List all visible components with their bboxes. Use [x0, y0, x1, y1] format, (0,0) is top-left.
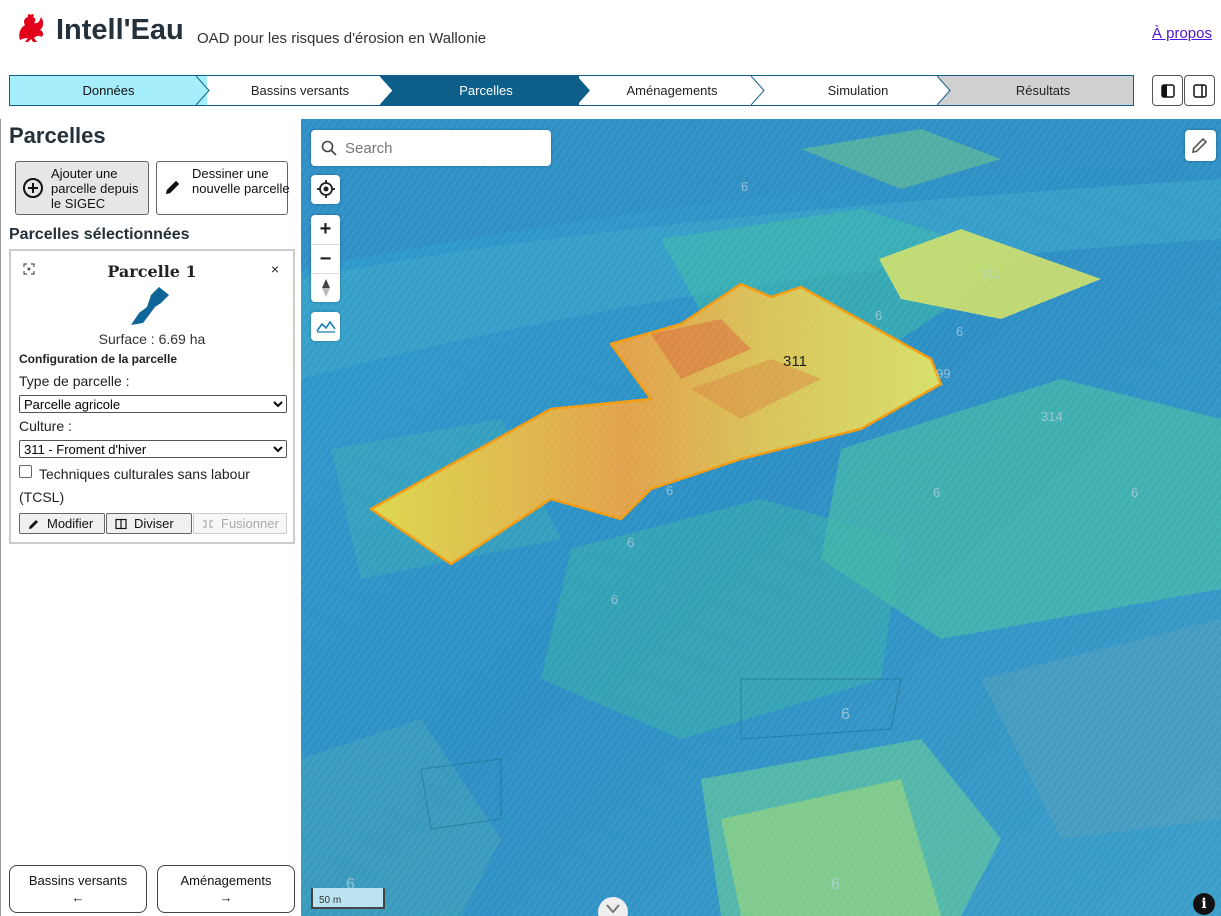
zoom-control: + − [311, 215, 340, 302]
map-label: 6 [875, 308, 883, 323]
parcel-card-title: Parcelle 1 [107, 262, 197, 281]
app-title: Intell'Eau [56, 14, 184, 46]
panel-title: Parcelles [9, 123, 106, 148]
add-parcel-from-sigec-button[interactable]: Ajouter une parcelle depuis le SIGEC [15, 161, 149, 215]
left-panel: Parcelles Ajouter une parcelle depuis le… [0, 119, 301, 916]
zoom-in-button[interactable]: + [311, 215, 340, 244]
search-input[interactable] [345, 138, 541, 158]
pencil-icon [166, 180, 180, 194]
map-label: 6 [841, 706, 850, 723]
step-arrow [577, 76, 590, 105]
zoom-out-button[interactable]: − [311, 244, 340, 273]
map-label: 311 [980, 266, 1001, 281]
right-panel-icon [1193, 84, 1207, 98]
map-label: 6 [1131, 485, 1139, 500]
map-label: 6 [933, 485, 941, 500]
map-label: 6 [666, 483, 674, 498]
split-icon [115, 518, 127, 530]
terrain-control [311, 312, 340, 341]
parcel-surface: Surface : 6.69 ha [98, 331, 206, 347]
plus-circle-icon [23, 178, 43, 198]
step-arrow [937, 76, 951, 105]
geolocate-button[interactable] [311, 175, 340, 204]
map-scale: 50 m [311, 888, 385, 909]
map-label: 6 [627, 535, 635, 550]
step-arrow [196, 76, 210, 105]
parcel-type-select[interactable]: Parcelle agricole [19, 395, 287, 413]
step-arrow [751, 76, 765, 105]
selected-parcels-title: Parcelles sélectionnées [9, 226, 190, 243]
workflow-stepper: Données Bassins versants Parcelles Aména… [9, 75, 1134, 106]
edit-drawing-button[interactable] [1185, 130, 1216, 161]
app-subtitle: OAD pour les risques d'érosion en Wallon… [197, 30, 487, 47]
map-search[interactable] [311, 130, 551, 166]
map-view[interactable]: 311 311 6 6 99 314 6 6 6 6 6 6 6 6 6 + −… [301, 119, 1221, 916]
search-icon [321, 140, 337, 156]
next-step-button[interactable]: Aménagements → [157, 865, 295, 913]
culture-label: Culture : [19, 418, 72, 434]
pencil-icon [1192, 137, 1208, 153]
map-label: 6 [831, 876, 840, 893]
culture-select[interactable]: 311 - Froment d'hiver [19, 440, 287, 458]
split-button[interactable]: Diviser [106, 513, 192, 534]
map-label: 314 [1041, 409, 1063, 424]
compass-icon [321, 279, 330, 297]
terrain-3d-layer [301, 119, 1221, 916]
arrow-right-icon: → [219, 890, 233, 905]
step-arrow [380, 76, 394, 105]
step-resultats[interactable]: Résultats [951, 76, 1133, 105]
step-amenagements[interactable]: Aménagements [579, 76, 765, 105]
tcsl-label: Techniques culturales sans labour (TCSL) [19, 466, 250, 505]
draw-new-parcel-button[interactable]: Dessiner une nouvelle parcelle [156, 161, 290, 215]
left-panel-icon [1161, 84, 1175, 98]
config-title: Configuration de la parcelle [19, 352, 178, 366]
map-label: 6 [611, 592, 619, 607]
info-button[interactable]: i [1193, 893, 1215, 915]
app-header: Intell'Eau OAD pour les risques d'érosio… [0, 0, 1221, 70]
parcel-shape-icon [131, 287, 169, 325]
tcsl-checkbox[interactable] [19, 465, 32, 478]
toggle-right-panel-button[interactable] [1184, 75, 1215, 106]
step-parcelles[interactable]: Parcelles [393, 76, 579, 105]
step-simulation[interactable]: Simulation [765, 76, 951, 105]
map-label: 6 [741, 179, 749, 194]
compass-button[interactable] [311, 273, 340, 302]
pencil-icon [29, 520, 38, 529]
map-label: 99 [936, 366, 951, 381]
step-bassins-versants[interactable]: Bassins versants [207, 76, 393, 105]
about-link[interactable]: À propos [1152, 25, 1212, 42]
merge-button[interactable]: Fusionner [193, 513, 287, 534]
terrain-toggle-button[interactable] [311, 312, 340, 341]
parcel-label-selected: 311 [783, 353, 807, 370]
arrow-left-icon: ← [71, 890, 85, 905]
modify-button[interactable]: Modifier [19, 513, 105, 534]
map-label: 6 [956, 324, 964, 339]
terrain-icon [315, 320, 336, 333]
previous-step-button[interactable]: Bassins versants ← [9, 865, 147, 913]
toggle-left-panel-button[interactable] [1152, 75, 1183, 106]
parcel-type-label: Type de parcelle : [19, 373, 130, 389]
chevron-down-icon [606, 904, 620, 914]
crosshair-icon [316, 180, 335, 198]
merge-icon [203, 520, 213, 528]
walloon-rooster-logo [19, 14, 44, 42]
close-card-button[interactable]: × [271, 261, 279, 277]
geolocate-control[interactable] [311, 175, 340, 204]
step-donnees[interactable]: Données [10, 76, 207, 105]
parcel-card: Parcelle 1 × Surface : 6.69 ha Configura… [9, 249, 295, 544]
